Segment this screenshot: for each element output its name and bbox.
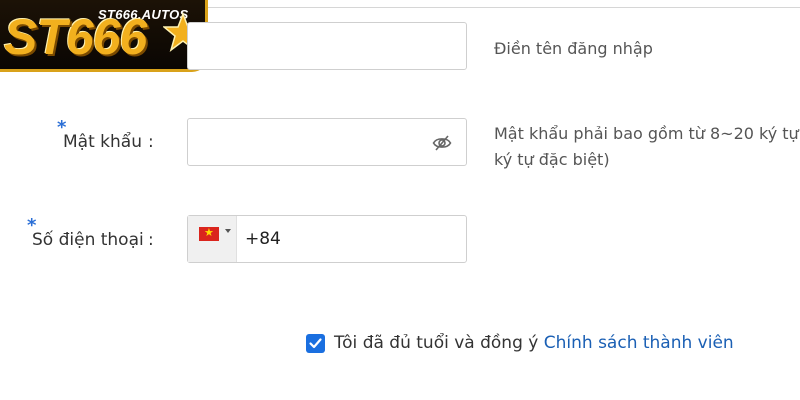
country-code-selector[interactable] xyxy=(188,216,237,262)
eye-off-icon[interactable] xyxy=(432,133,452,153)
top-divider xyxy=(200,7,800,8)
check-icon xyxy=(309,338,322,349)
phone-colon: : xyxy=(148,230,154,250)
agree-checkbox[interactable] xyxy=(306,334,325,353)
username-input[interactable] xyxy=(187,22,467,70)
password-label: Mật khẩu xyxy=(63,132,142,152)
member-policy-link[interactable]: Chính sách thành viên xyxy=(544,333,734,353)
phone-value: +84 xyxy=(245,229,281,249)
password-input[interactable] xyxy=(187,118,467,166)
agree-text: Tôi đã đủ tuổi và đồng ý xyxy=(334,333,539,353)
password-hint-line1: Mật khẩu phải bao gồm từ 8~20 ký tự xyxy=(494,124,799,143)
password-colon: : xyxy=(148,132,154,152)
username-hint: Điền tên đăng nhập xyxy=(494,39,653,58)
phone-input[interactable]: +84 xyxy=(187,215,467,263)
vietnam-flag-icon xyxy=(199,225,219,241)
caret-down-icon xyxy=(225,229,231,233)
site-logo[interactable]: ST666.AUTOS ST666 xyxy=(0,0,208,72)
phone-label: Số điện thoại xyxy=(32,230,144,250)
agree-label: Tôi đã đủ tuổi và đồng ý Chính sách thàn… xyxy=(334,333,734,353)
password-hint-line2: ký tự đặc biệt) xyxy=(494,150,610,169)
logo-mark-text: ST666 xyxy=(4,9,147,65)
